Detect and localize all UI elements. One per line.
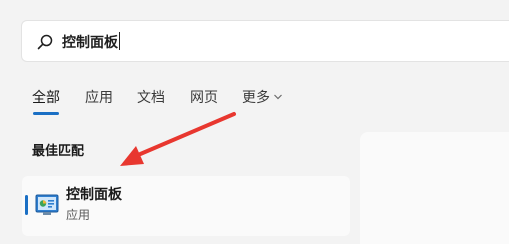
search-box[interactable]: 控制面板 [21,20,509,62]
search-query: 控制面板 [62,35,118,51]
tab-all[interactable]: 全部 [32,88,60,108]
preview-pane [360,132,509,244]
tab-apps[interactable]: 应用 [85,88,113,108]
tab-documents[interactable]: 文档 [137,88,165,108]
chevron-down-icon [274,94,282,100]
result-subtitle: 应用 [66,208,91,222]
text-caret [119,32,120,50]
control-panel-icon [35,194,59,215]
section-heading: 最佳匹配 [32,144,85,159]
tab-more[interactable]: 更多 [242,88,283,108]
search-input[interactable]: 控制面板 [62,32,120,53]
selection-indicator [25,195,28,215]
tab-web[interactable]: 网页 [190,88,218,108]
search-icon [37,34,53,50]
active-tab-indicator [33,112,59,115]
tab-more-label: 更多 [242,90,270,106]
result-title: 控制面板 [66,187,122,203]
